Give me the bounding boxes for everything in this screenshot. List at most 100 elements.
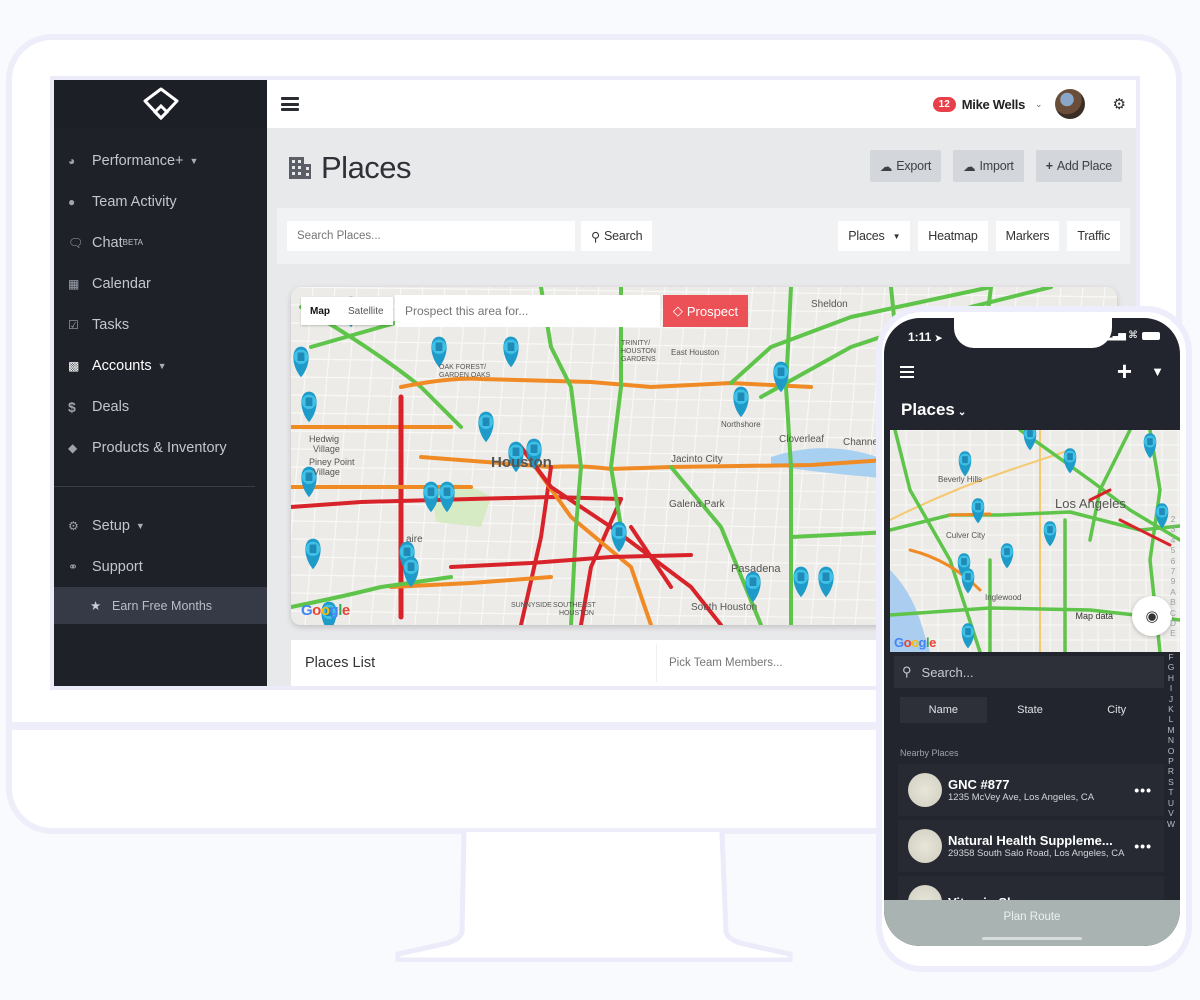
avatar[interactable] bbox=[1054, 89, 1085, 119]
battery-icon bbox=[1142, 331, 1160, 340]
sidebar-item-setup[interactable]: ⚙ Setup ▼ bbox=[54, 505, 267, 546]
marker-shape bbox=[822, 572, 830, 582]
sort-tab-city[interactable]: City bbox=[1073, 697, 1160, 723]
alphabet-index-letter[interactable]: 9 bbox=[1171, 576, 1176, 586]
alphabet-index-letter[interactable]: D bbox=[1170, 618, 1176, 628]
app-logo[interactable] bbox=[54, 80, 267, 128]
map-data-attribution[interactable]: Map data bbox=[1075, 611, 1113, 621]
alphabet-index-letter[interactable]: W bbox=[1167, 819, 1175, 829]
alphabet-index-letter[interactable]: L bbox=[1169, 714, 1174, 724]
alphabet-index[interactable]: FGHIJKLMNOPRSTUVW bbox=[1166, 652, 1176, 829]
map-label: Jacinto City bbox=[671, 454, 723, 465]
filter-funnel-icon[interactable]: ▼ bbox=[1151, 364, 1164, 379]
alphabet-index-letter[interactable]: P bbox=[1168, 756, 1174, 766]
sidebar-item-support[interactable]: ⚭ Support bbox=[54, 546, 267, 587]
hamburger-menu-icon[interactable] bbox=[900, 366, 914, 378]
alphabet-index-letter[interactable]: J bbox=[1169, 694, 1173, 704]
sidebar-item-deals[interactable]: $ Deals bbox=[54, 386, 267, 427]
alphabet-index-letter[interactable]: 5 bbox=[1171, 545, 1176, 555]
alphabet-index-letter[interactable]: E bbox=[1170, 628, 1176, 638]
sidebar-item-tasks[interactable]: ☑ Tasks bbox=[54, 304, 267, 345]
search-places-input[interactable] bbox=[287, 221, 575, 251]
sidebar-item-label: Products & Inventory bbox=[92, 439, 227, 456]
sidebar-item-team-activity[interactable]: ● Team Activity bbox=[54, 181, 267, 222]
map-label: Culver City bbox=[946, 531, 985, 540]
traffic-button[interactable]: Traffic bbox=[1067, 221, 1120, 251]
search-icon: ⚲ bbox=[591, 229, 600, 244]
alphabet-index-letter[interactable]: I bbox=[1170, 683, 1172, 693]
export-button[interactable]: ☁ Export bbox=[869, 150, 942, 182]
crosshair-icon: ◉ bbox=[1145, 608, 1159, 625]
alphabet-index-letter[interactable]: A bbox=[1170, 587, 1176, 597]
prospect-button[interactable]: ◇ Prospect bbox=[663, 295, 748, 327]
marker-shape bbox=[737, 392, 745, 402]
prospect-input[interactable] bbox=[395, 295, 660, 327]
alphabet-index-letter[interactable]: U bbox=[1168, 798, 1174, 808]
sidebar-nav: ◕ Performance+ ▼ ● Team Activity 🗨 Chat B… bbox=[54, 128, 267, 624]
alphabet-index-letter[interactable]: C bbox=[1170, 608, 1176, 618]
phone-map[interactable]: Los Angeles Beverly Hills Culver City Ingle… bbox=[890, 430, 1180, 652]
list-item[interactable]: GNC #877 1235 McVey Ave, Los Angeles, CA… bbox=[898, 764, 1164, 816]
chevron-down-icon[interactable]: ⌄ bbox=[1035, 99, 1043, 110]
sidebar-item-earn-free-months[interactable]: ★ Earn Free Months bbox=[54, 587, 267, 624]
notification-badge[interactable]: 12 bbox=[932, 96, 956, 112]
sort-tab-state[interactable]: State bbox=[987, 697, 1074, 723]
top-bar: 12 Mike Wells ⌄ ⚙ bbox=[267, 80, 1136, 128]
add-place-plus-icon[interactable]: + bbox=[1117, 358, 1132, 384]
markers-button[interactable]: Markers bbox=[995, 221, 1060, 251]
sort-tab-name[interactable]: Name bbox=[900, 697, 987, 723]
more-options-icon[interactable]: ••• bbox=[1134, 838, 1152, 854]
alphabet-index-letter[interactable]: S bbox=[1168, 777, 1174, 787]
sidebar-item-chat[interactable]: 🗨 Chat BETA bbox=[54, 222, 267, 263]
settings-gear-icon[interactable]: ⚙ bbox=[1113, 95, 1126, 113]
sidebar-item-label: Calendar bbox=[92, 275, 151, 292]
places-dropdown-button[interactable]: Places ▼ bbox=[838, 221, 911, 251]
phone-search-field[interactable]: ⚲ Search... bbox=[894, 656, 1164, 688]
alphabet-index-letter[interactable]: H bbox=[1168, 673, 1174, 683]
sidebar-item-calendar[interactable]: ▦ Calendar bbox=[54, 263, 267, 304]
alphabet-index-letter[interactable]: 4 bbox=[1171, 535, 1176, 545]
place-name: Natural Health Suppleme... bbox=[948, 833, 1113, 848]
alphabet-index-letter[interactable]: K bbox=[1168, 704, 1174, 714]
sidebar-divider bbox=[54, 486, 255, 487]
sidebar-item-performance[interactable]: ◕ Performance+ ▼ bbox=[54, 140, 267, 181]
add-place-button[interactable]: + Add Place bbox=[1035, 150, 1122, 182]
alphabet-index-letter[interactable]: 3 bbox=[1171, 524, 1176, 534]
alphabet-index-letter[interactable]: B bbox=[1170, 597, 1176, 607]
alphabet-index-letter[interactable]: G bbox=[1168, 662, 1175, 672]
alphabet-index-letter[interactable]: V bbox=[1168, 808, 1174, 818]
user-name[interactable]: Mike Wells bbox=[962, 97, 1026, 112]
heatmap-button[interactable]: Heatmap bbox=[918, 221, 988, 251]
alphabet-index-letter[interactable]: T bbox=[1168, 787, 1173, 797]
marker-shape bbox=[427, 487, 435, 497]
map-label: Los Angeles bbox=[1055, 496, 1126, 511]
alphabet-index-letter[interactable]: M bbox=[1167, 725, 1174, 735]
sidebar-item-label: Chat bbox=[92, 234, 123, 251]
marker-shape bbox=[1047, 526, 1053, 534]
map-label: TRINITY/ bbox=[621, 340, 650, 347]
alphabet-index-letter[interactable]: N bbox=[1168, 735, 1174, 745]
alphabet-index-letter[interactable]: F bbox=[1168, 652, 1173, 662]
phone-title-dropdown[interactable]: Places ⌄ bbox=[901, 400, 966, 420]
alphabet-index-letter[interactable]: O bbox=[1168, 746, 1175, 756]
marker-shape bbox=[1004, 548, 1010, 556]
alphabet-index-upper[interactable]: 2345679ABCDE bbox=[1170, 514, 1176, 639]
list-item[interactable]: Natural Health Suppleme... 29358 South S… bbox=[898, 820, 1164, 872]
place-address: 1235 McVey Ave, Los Angeles, CA bbox=[948, 792, 1095, 803]
alphabet-index-letter[interactable]: 7 bbox=[1171, 566, 1176, 576]
hamburger-menu-icon[interactable] bbox=[281, 97, 299, 111]
sidebar-item-products-inventory[interactable]: ◆ Products & Inventory bbox=[54, 427, 267, 468]
alphabet-index-letter[interactable]: 6 bbox=[1171, 556, 1176, 566]
map-type-satellite[interactable]: Satellite bbox=[339, 306, 393, 317]
search-button[interactable]: ⚲ Search bbox=[581, 221, 653, 251]
alphabet-index-letter[interactable]: R bbox=[1168, 766, 1174, 776]
map-type-map[interactable]: Map bbox=[301, 306, 339, 317]
import-button[interactable]: ☁ Import bbox=[953, 150, 1024, 182]
google-logo: Google bbox=[301, 602, 350, 619]
caret-down-icon: ▼ bbox=[157, 360, 167, 371]
alphabet-index-letter[interactable]: 2 bbox=[1171, 514, 1176, 524]
locate-me-button[interactable]: ◉ bbox=[1132, 596, 1172, 636]
more-options-icon[interactable]: ••• bbox=[1134, 782, 1152, 798]
dollar-icon: $ bbox=[68, 398, 76, 415]
sidebar-item-accounts[interactable]: ▩ Accounts ▼ bbox=[54, 345, 267, 386]
